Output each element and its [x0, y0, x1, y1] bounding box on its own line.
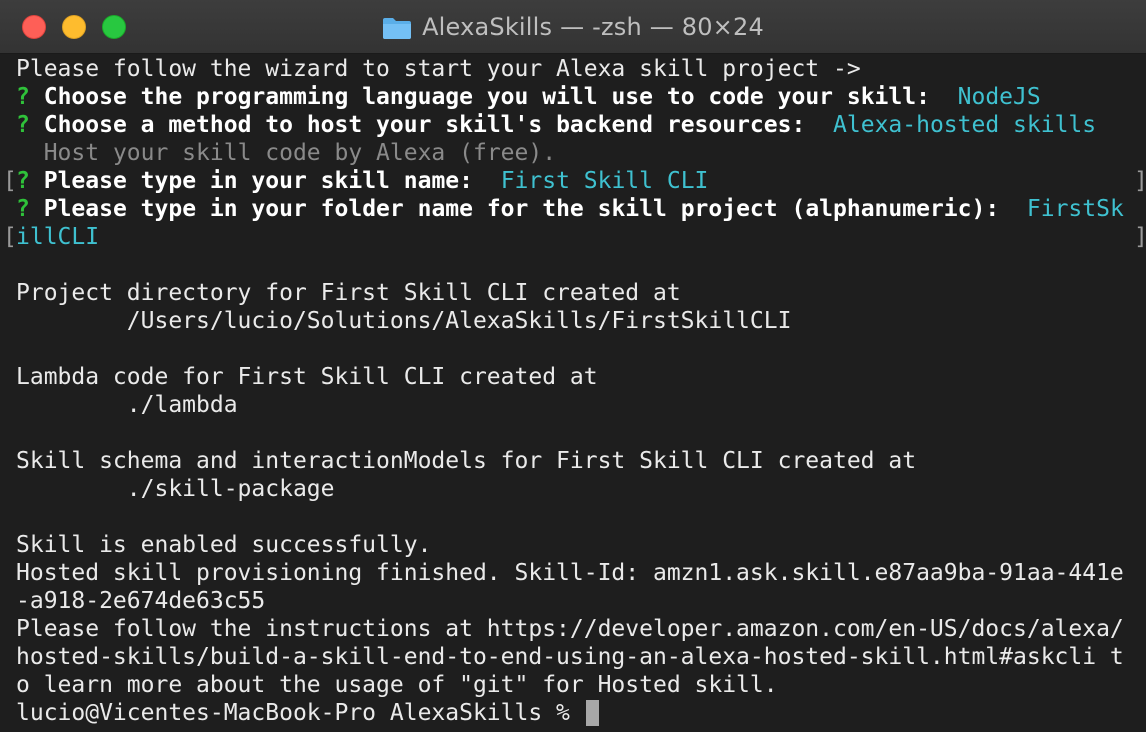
lambda-path-line: ./lambda	[16, 392, 238, 418]
hosting-hint-line: Host your skill code by Alexa (free).	[16, 139, 556, 167]
instructions-line-1: Please follow the instructions at https:…	[16, 616, 1124, 642]
prompt-marker: ?	[16, 84, 30, 110]
question-text: Choose the programming language you will…	[43, 84, 930, 110]
skill-package-path-line: ./skill-package	[16, 476, 335, 502]
answer-text: NodeJS	[957, 84, 1041, 110]
instructions-line-2: hosted-skills/build-a-skill-end-to-end-u…	[16, 644, 1124, 670]
prompt-marker: ?	[16, 196, 30, 222]
question-text: Please type in your folder name for the …	[43, 196, 1000, 222]
lambda-code-line: Lambda code for First Skill CLI created …	[16, 364, 598, 390]
line-open-bracket: [	[3, 224, 17, 250]
folder-icon	[383, 18, 412, 39]
question-text: Please type in your skill name:	[43, 168, 473, 194]
terminal-window: AlexaSkills — -zsh — 80×24 Please follow…	[0, 0, 1146, 732]
answer-text: illCLI	[16, 224, 100, 250]
shell-prompt-line[interactable]: lucio@Vicentes-MacBook-Pro AlexaSkills %	[16, 699, 599, 727]
terminal-output[interactable]: Please follow the wizard to start your A…	[0, 54, 1146, 732]
answer-text: FirstSk	[1026, 196, 1124, 222]
folder-name-continuation-line: illCLI	[16, 223, 99, 251]
window-title-group: AlexaSkills — -zsh — 80×24	[0, 0, 1146, 54]
skill-schema-line: Skill schema and interactionModels for F…	[16, 448, 917, 474]
question-skill-name-line: ? Please type in your skill name: First …	[16, 167, 708, 195]
answer-text: First Skill CLI	[500, 168, 709, 194]
question-text: Choose a method to host your skill's bac…	[43, 112, 806, 138]
question-hosting-line: ? Choose a method to host your skill's b…	[16, 111, 1096, 139]
answer-text: Alexa-hosted skills	[833, 112, 1097, 138]
prompt-marker: ?	[16, 168, 30, 194]
line-close-bracket: ]	[1134, 167, 1146, 195]
line-open-bracket: [	[3, 168, 17, 194]
window-title: AlexaSkills — -zsh — 80×24	[422, 13, 764, 41]
hint-text: Host your skill code by Alexa (free).	[43, 140, 557, 166]
project-path-line: /Users/lucio/Solutions/AlexaSkills/First…	[16, 308, 792, 334]
skill-enabled-line: Skill is enabled successfully.	[16, 532, 432, 558]
title-bar[interactable]: AlexaSkills — -zsh — 80×24	[0, 0, 1146, 54]
skill-id-continuation-line: -a918-2e674de63c55	[16, 588, 266, 614]
line-close-bracket: ]	[1134, 223, 1146, 251]
shell-prompt: lucio@Vicentes-MacBook-Pro AlexaSkills %	[16, 700, 584, 726]
instructions-line-3: o learn more about the usage of "git" fo…	[16, 672, 778, 698]
question-folder-name-line: ? Please type in your folder name for th…	[16, 195, 1124, 223]
wizard-intro-line: Please follow the wizard to start your A…	[16, 56, 861, 82]
question-language-line: ? Choose the programming language you wi…	[16, 83, 1041, 111]
project-directory-line: Project directory for First Skill CLI cr…	[16, 280, 681, 306]
text-cursor	[585, 700, 599, 726]
hosted-provisioning-line: Hosted skill provisioning finished. Skil…	[16, 560, 1124, 586]
prompt-marker: ?	[16, 112, 30, 138]
